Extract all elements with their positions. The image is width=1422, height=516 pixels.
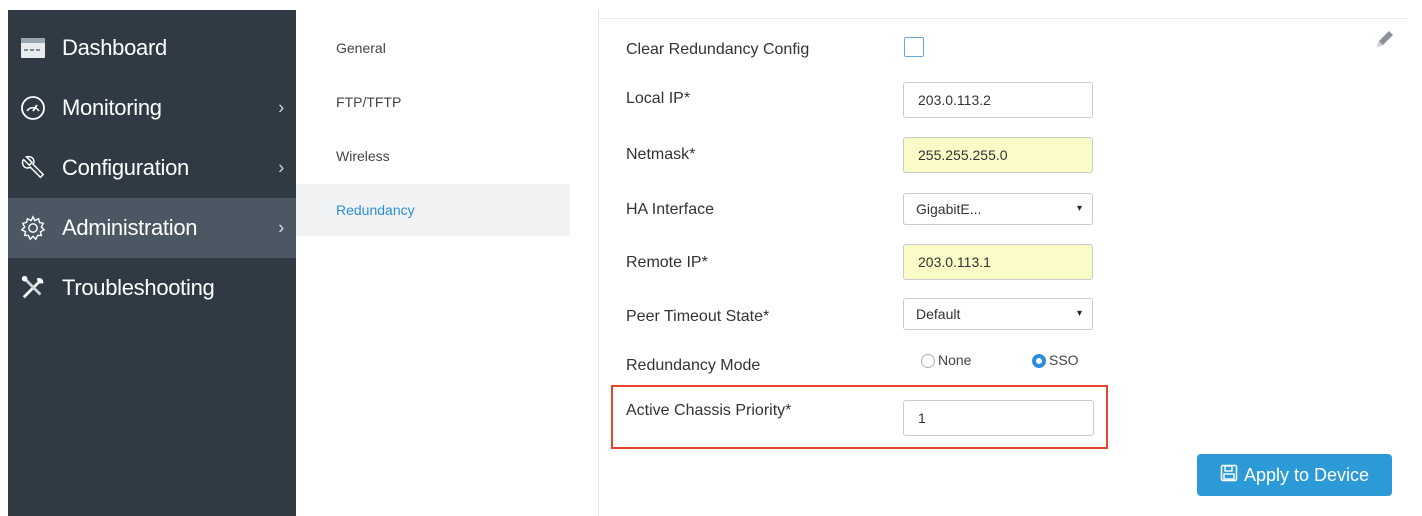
content-divider <box>598 10 599 516</box>
subnav-item-ftp-tftp[interactable]: FTP/TFTP <box>296 76 586 128</box>
admin-subnav: General FTP/TFTP Wireless Redundancy <box>296 10 598 516</box>
active-chassis-priority-input[interactable]: 1 <box>903 400 1094 436</box>
ha-interface-select[interactable]: GigabitE... ▾ <box>903 193 1093 225</box>
local-ip-label: Local IP* <box>626 90 691 107</box>
redundancy-mode-sso-radio[interactable] <box>1032 354 1046 368</box>
sidebar-item-dashboard[interactable]: Dashboard <box>8 18 296 78</box>
subnav-item-redundancy[interactable]: Redundancy <box>296 184 570 236</box>
clear-redundancy-label: Clear Redundancy Config <box>626 41 810 58</box>
peer-timeout-select[interactable]: Default ▾ <box>903 298 1093 330</box>
apply-button-label: Apply to Device <box>1243 464 1370 485</box>
remote-ip-input[interactable]: 203.0.113.1 <box>903 244 1093 280</box>
sidebar-item-monitoring[interactable]: Monitoring › <box>8 78 296 138</box>
sidebar-item-label: Monitoring <box>62 95 162 120</box>
save-icon <box>1220 464 1244 487</box>
active-tab-pointer <box>584 199 598 231</box>
local-ip-input[interactable]: 203.0.113.2 <box>903 82 1093 118</box>
redundancy-mode-none-label: None <box>938 352 972 368</box>
peer-timeout-label: Peer Timeout State* <box>626 308 770 325</box>
apply-to-device-button[interactable]: Apply to Device <box>1197 454 1392 496</box>
sidebar-item-configuration[interactable]: Configuration › <box>8 138 296 198</box>
ha-interface-label: HA Interface <box>626 201 715 218</box>
tools-icon <box>20 275 46 301</box>
clear-redundancy-checkbox[interactable] <box>904 37 924 57</box>
sidebar-item-label: Troubleshooting <box>62 275 215 300</box>
wrench-icon <box>20 155 46 181</box>
main-sidebar: Dashboard Monitoring › Configuration › A… <box>8 10 296 516</box>
chevron-down-icon: ▾ <box>1076 203 1082 214</box>
netmask-label: Netmask* <box>626 146 696 163</box>
chevron-right-icon: › <box>278 157 284 178</box>
gear-icon <box>20 215 46 241</box>
sidebar-item-troubleshooting[interactable]: Troubleshooting <box>8 258 296 318</box>
peer-timeout-value: Default <box>916 306 961 322</box>
dashboard-icon <box>20 35 46 61</box>
ha-interface-value: GigabitE... <box>916 201 982 217</box>
redundancy-mode-none-radio[interactable] <box>921 354 935 368</box>
pencil-icon[interactable] <box>1374 28 1396 55</box>
content-top-divider <box>598 18 1408 19</box>
sidebar-item-label: Administration <box>62 215 198 240</box>
chevron-right-icon: › <box>278 97 284 118</box>
redundancy-mode-sso-label: SSO <box>1049 352 1079 368</box>
sidebar-item-label: Dashboard <box>62 35 167 60</box>
gauge-icon <box>20 95 46 121</box>
sidebar-item-label: Configuration <box>62 155 189 180</box>
chevron-right-icon: › <box>278 217 284 238</box>
netmask-input[interactable]: 255.255.255.0 <box>903 137 1093 173</box>
sidebar-item-administration[interactable]: Administration › <box>8 198 296 258</box>
active-chassis-priority-label: Active Chassis Priority* <box>626 402 792 419</box>
redundancy-mode-label: Redundancy Mode <box>626 357 761 374</box>
subnav-item-wireless[interactable]: Wireless <box>296 130 586 182</box>
remote-ip-label: Remote IP* <box>626 254 708 271</box>
chevron-down-icon: ▾ <box>1076 308 1082 319</box>
subnav-item-general[interactable]: General <box>296 22 586 74</box>
